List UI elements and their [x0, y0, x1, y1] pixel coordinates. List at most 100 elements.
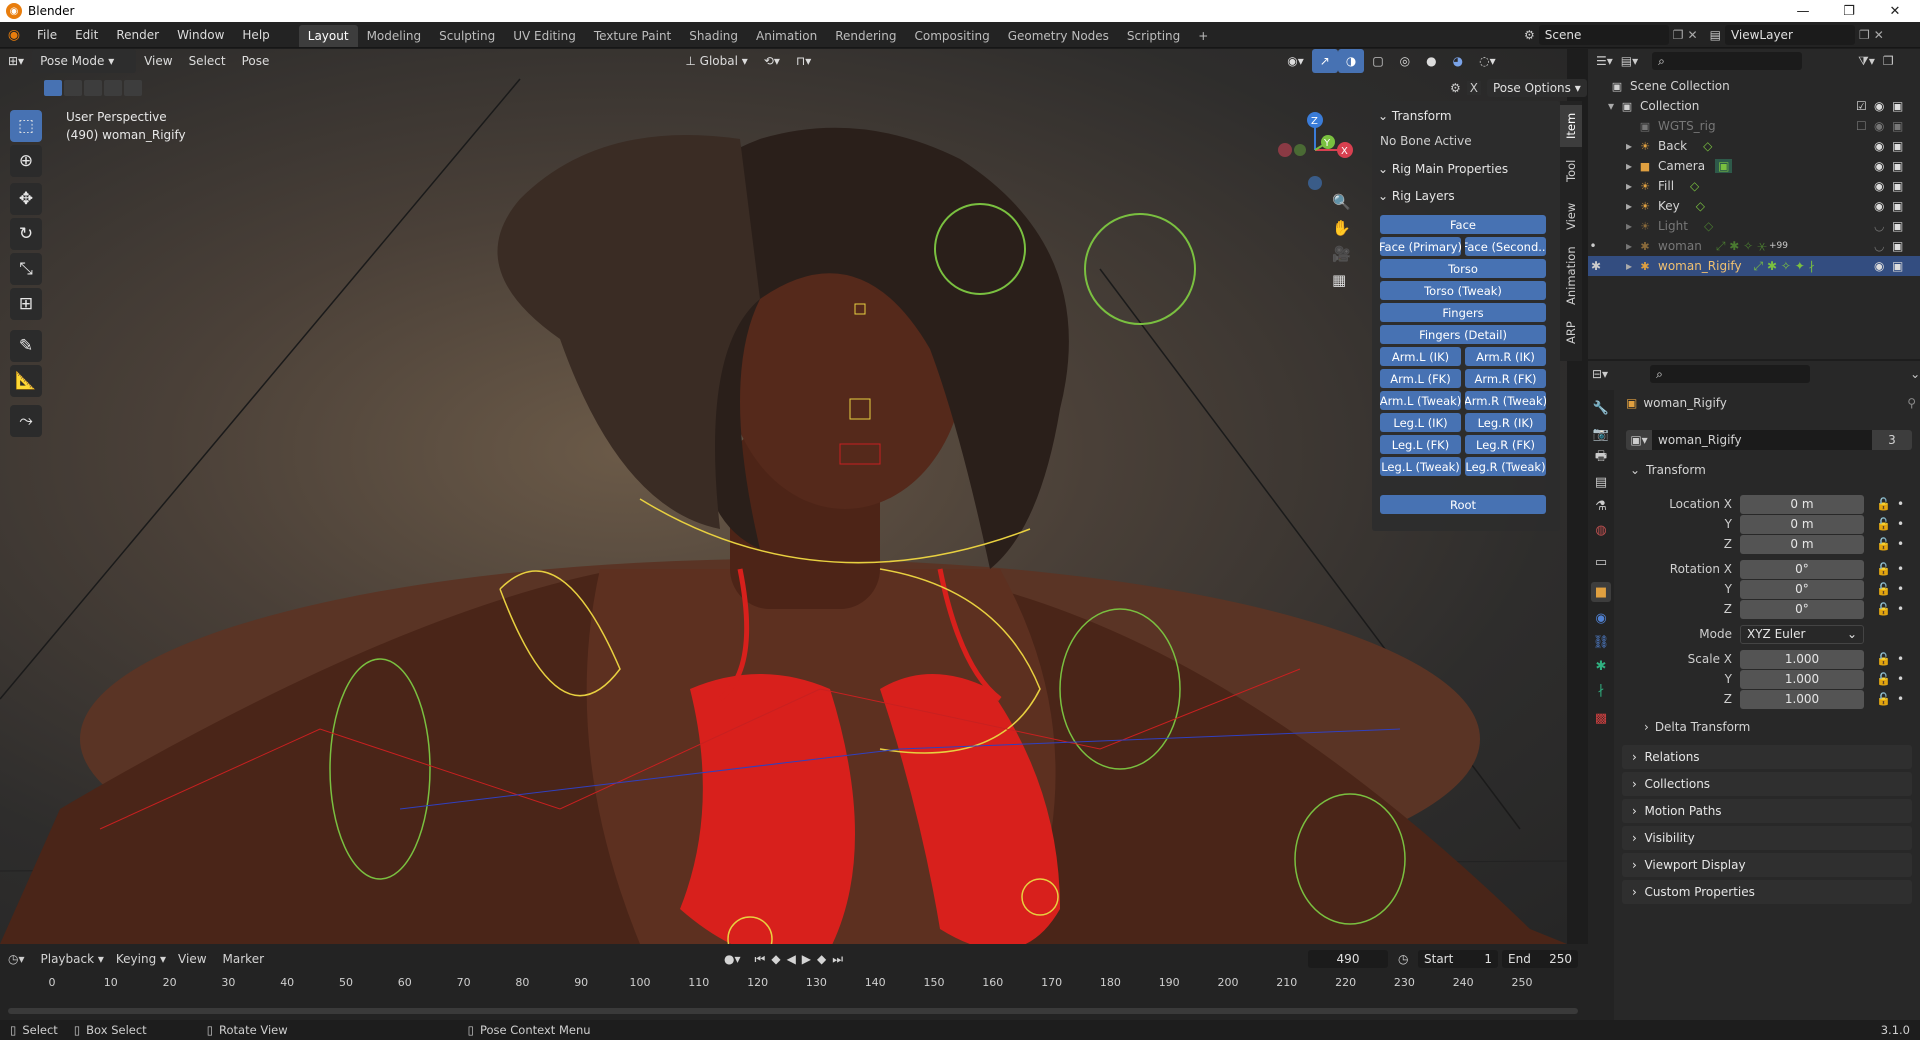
lock-icon[interactable]: 🔓 [1876, 517, 1891, 531]
outliner-search-input[interactable]: ⌕ [1652, 52, 1803, 70]
outliner-row-back[interactable]: ▸ ☀ Back ◇ ◉ ▣ [1588, 136, 1920, 156]
tab-compositing[interactable]: Compositing [905, 25, 998, 47]
rig-layer-arm-r-ik-button[interactable]: Arm.R (IK) [1465, 347, 1546, 366]
keyframe-dot-icon[interactable]: • [1897, 537, 1904, 551]
rig-layer-torso-tweak-button[interactable]: Torso (Tweak) [1380, 281, 1546, 300]
material-shading-icon[interactable]: ◕ [1445, 49, 1471, 73]
outliner-row-woman[interactable]: • ▸ ✱ woman ⤢ ✱ ✧ ⚹ +99 ◡ ▣ [1588, 236, 1920, 256]
play-reverse-icon[interactable]: ◀ [787, 952, 802, 966]
expand-down-icon[interactable]: ▾ [1588, 99, 1614, 113]
start-frame-field[interactable]: Start 1 [1418, 950, 1498, 968]
rig-layers-header[interactable]: ⌄ Rig Layers [1372, 185, 1455, 207]
exclude-checkbox[interactable]: ☐ [1856, 119, 1867, 133]
blender-menu-icon[interactable]: ◉ [0, 27, 28, 43]
transform-panel-header[interactable]: ⌄ Transform [1372, 105, 1452, 127]
pan-hand-icon[interactable]: ✋ [1332, 219, 1351, 237]
bone-tab-icon[interactable]: ∤ [1591, 680, 1611, 700]
section-viewport-display[interactable]: › Viewport Display [1622, 853, 1912, 877]
mirror-x-icon[interactable]: X [1466, 81, 1481, 95]
rig-layer-face-button[interactable]: Face [1380, 215, 1546, 234]
select-subtract-icon[interactable] [84, 80, 102, 96]
camera-render-icon[interactable]: ▣ [1892, 199, 1903, 213]
camera-render-icon[interactable]: ▣ [1892, 219, 1903, 233]
minimize-icon[interactable]: — [1780, 0, 1826, 22]
rig-layer-root-button[interactable]: Root [1380, 495, 1546, 514]
scale-y-field[interactable]: 1.000 [1740, 669, 1864, 689]
expand-right-icon[interactable]: ▸ [1588, 139, 1632, 153]
properties-search-input[interactable]: ⌕ [1650, 365, 1811, 383]
select-invert-icon[interactable] [104, 80, 122, 96]
rig-layer-face-primary-button[interactable]: Face (Primary) [1380, 237, 1461, 256]
annotate-tool[interactable]: ✎ [10, 330, 42, 362]
sidebar-tab-animation[interactable]: Animation [1560, 241, 1582, 311]
datablock-users-count[interactable]: 3 [1872, 430, 1912, 450]
delete-view-layer-icon[interactable]: ✕ [1874, 28, 1884, 42]
filter-icon[interactable]: ⧩▾ [1858, 54, 1875, 69]
zoom-icon[interactable]: 🔍 [1332, 193, 1351, 211]
section-motion-paths[interactable]: › Motion Paths [1622, 799, 1912, 823]
exclude-checkbox[interactable]: ☑ [1856, 99, 1867, 113]
jump-end-icon[interactable]: ⏭ [832, 952, 849, 966]
outliner-row-woman-rigify[interactable]: ✱ ▸ ✱ woman_Rigify ⤢ ✱ ✧ ✦ ∤ ◉ ▣ [1588, 256, 1920, 276]
menu-select[interactable]: Select [181, 49, 234, 73]
rig-layer-leg-l-fk-button[interactable]: Leg.L (FK) [1380, 435, 1461, 454]
measure-tool[interactable]: 📐 [10, 365, 42, 397]
outliner-row-fill[interactable]: ▸ ☀ Fill ◇ ◉ ▣ [1588, 176, 1920, 196]
object-tab-icon[interactable]: ■ [1591, 582, 1611, 602]
timeline-editor-type-icon[interactable]: ◷▾ [8, 952, 25, 966]
menu-file[interactable]: File [28, 22, 66, 48]
rig-layer-leg-r-ik-button[interactable]: Leg.R (IK) [1465, 413, 1546, 432]
outliner-editor-type-icon[interactable]: ☰▾ [1596, 54, 1613, 68]
cursor-tool[interactable]: ⊕ [10, 145, 42, 177]
menu-help[interactable]: Help [233, 22, 278, 48]
scene-tab-icon[interactable]: ⚗ [1591, 496, 1611, 516]
next-keyframe-icon[interactable]: ◆ [817, 952, 832, 966]
rig-layer-arm-l-tweak-button[interactable]: Arm.L (Tweak) [1380, 391, 1461, 410]
pose-mode-icon[interactable]: ✱ [1588, 259, 1604, 273]
select-box-tool[interactable]: ⬚ [10, 110, 42, 142]
outliner-row-wgts-rig[interactable]: ▣ WGTS_rig ☐ ◉ ▣ [1588, 116, 1920, 136]
section-visibility[interactable]: › Visibility [1622, 826, 1912, 850]
keyframe-dot-icon[interactable]: • [1897, 517, 1904, 531]
lock-icon[interactable]: 🔓 [1876, 497, 1891, 511]
eye-icon[interactable]: ◉ [1874, 199, 1884, 213]
lock-icon[interactable]: 🔓 [1876, 582, 1891, 596]
eye-closed-icon[interactable]: ◡ [1874, 239, 1884, 253]
menu-render[interactable]: Render [107, 22, 168, 48]
close-icon[interactable]: ✕ [1872, 0, 1918, 22]
world-tab-icon[interactable]: ◍ [1591, 520, 1611, 540]
constraints-tab-icon[interactable]: ⛓ [1591, 632, 1611, 652]
rotation-z-field[interactable]: 0° [1740, 599, 1864, 619]
scene-field[interactable]: Scene [1538, 25, 1669, 45]
texture-tab-icon[interactable]: ▩ [1591, 708, 1611, 728]
rig-layer-arm-r-fk-button[interactable]: Arm.R (FK) [1465, 369, 1546, 388]
view-layer-field[interactable]: ViewLayer [1724, 25, 1855, 45]
menu-pose[interactable]: Pose [234, 49, 278, 73]
lock-icon[interactable]: 🔓 [1876, 652, 1891, 666]
rotate-tool[interactable]: ↻ [10, 218, 42, 250]
snap-icon[interactable]: ⊓▾ [788, 49, 819, 73]
rig-layer-leg-l-ik-button[interactable]: Leg.L (IK) [1380, 413, 1461, 432]
camera-render-icon[interactable]: ▣ [1892, 139, 1903, 153]
pivot-icon[interactable]: ⟲▾ [756, 49, 788, 73]
menu-playback[interactable]: Playback ▾ [41, 952, 104, 966]
rig-layer-face-secondary-button[interactable]: Face (Second... [1465, 237, 1546, 256]
eye-closed-icon[interactable]: ◡ [1874, 219, 1884, 233]
maximize-icon[interactable]: ❐ [1826, 0, 1872, 22]
camera-render-icon[interactable]: ▣ [1892, 179, 1903, 193]
keyframe-dot-icon[interactable]: • [1897, 602, 1904, 616]
lock-icon[interactable]: 🔓 [1876, 602, 1891, 616]
navigation-gizmo[interactable]: Z X Y [1270, 108, 1360, 198]
lock-icon[interactable]: 🔓 [1876, 562, 1891, 576]
keyframe-dot-icon[interactable]: • [1897, 582, 1904, 596]
solid-shading-icon[interactable]: ● [1418, 49, 1444, 73]
editor-type-icon[interactable]: ⊞▾ [0, 49, 32, 73]
gizmo-toggle-icon[interactable]: ↗ [1311, 49, 1338, 73]
expand-right-icon[interactable]: ▸ [1588, 179, 1632, 193]
datablock-browse-icon[interactable]: ▣▾ [1626, 430, 1652, 450]
rig-layer-leg-r-fk-button[interactable]: Leg.R (FK) [1465, 435, 1546, 454]
add-workspace-button[interactable]: + [1189, 25, 1217, 47]
camera-render-icon[interactable]: ▣ [1892, 159, 1903, 173]
wireframe-shading-icon[interactable]: ◎ [1392, 49, 1418, 73]
tab-uv-editing[interactable]: UV Editing [504, 25, 585, 47]
